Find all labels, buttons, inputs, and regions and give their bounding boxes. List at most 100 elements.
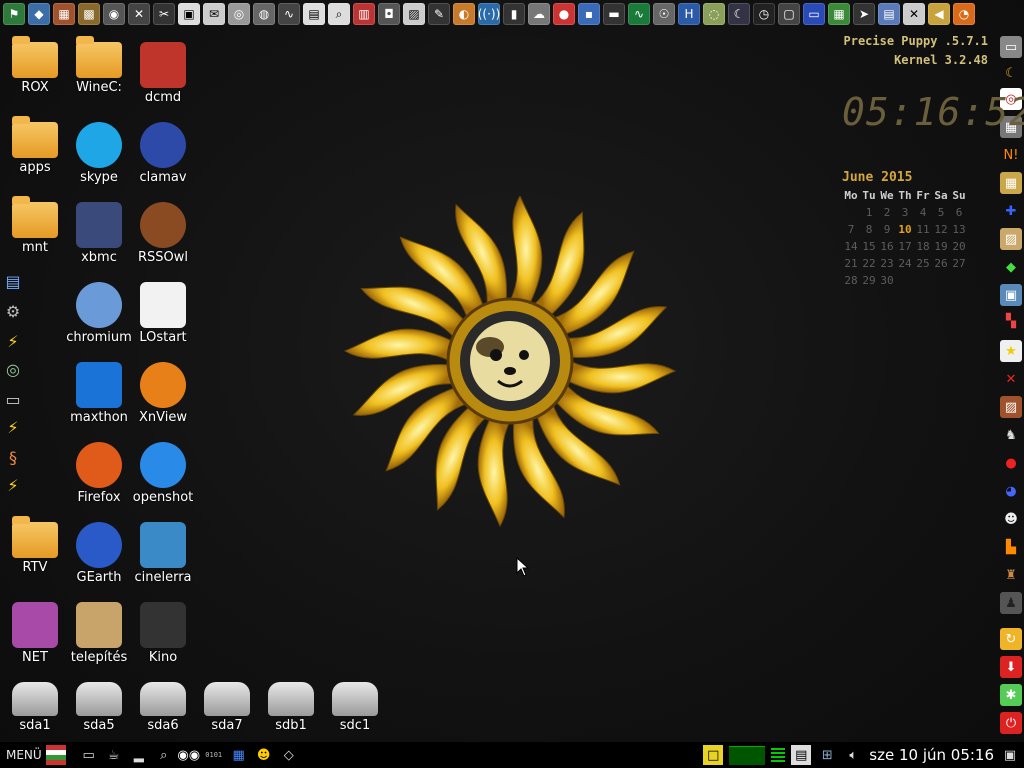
splash-icon[interactable]: ✱ [1000, 684, 1022, 706]
calendar-day[interactable]: 16 [878, 238, 896, 255]
calendar-day[interactable]: 25 [914, 255, 932, 272]
x-icon[interactable]: ✕ [1000, 368, 1022, 390]
hungarian-flag-icon[interactable] [45, 745, 66, 765]
star-icon[interactable]: ★ [1000, 340, 1022, 362]
stack-icon[interactable]: ▙ [1000, 536, 1022, 558]
camera-lens-icon[interactable]: ◉ [103, 3, 125, 25]
calculator-icon[interactable]: ▦ [229, 745, 249, 765]
calendar-day[interactable]: 1 [860, 204, 878, 221]
desktop-icon-mnt[interactable]: mnt [0, 196, 70, 270]
lightning-icon[interactable]: ⚡ [2, 474, 24, 496]
desktop-icon-sda7[interactable]: sda7 [192, 680, 262, 750]
chef-icon[interactable]: ☻ [1000, 508, 1022, 530]
desktop-icon-maxthon[interactable]: maxthon [64, 360, 134, 430]
desktop-icon-lostart[interactable]: LOstart [128, 280, 198, 350]
desktop-icon-apps[interactable]: apps [0, 116, 70, 190]
clipboard-icon[interactable]: ▤ [791, 745, 812, 765]
desktop-icon-dcmd[interactable]: dcmd [128, 40, 198, 110]
tools-icon[interactable]: ✕ [128, 3, 150, 25]
desktop-icon-rox[interactable]: ROX [0, 36, 70, 110]
desktop-icon-sda6[interactable]: sda6 [128, 680, 198, 750]
calendar-day[interactable]: 24 [896, 255, 914, 272]
calendar-day[interactable]: 21 [842, 255, 860, 272]
wave-icon[interactable]: ∿ [628, 3, 650, 25]
desktop-icon-cinelerra[interactable]: cinelerra [128, 520, 198, 590]
calendar-day[interactable]: 23 [878, 255, 896, 272]
desktop-icon-xbmc[interactable]: xbmc [64, 200, 134, 270]
show-desktop-icon[interactable]: ▣ [1000, 745, 1020, 765]
gear-icon[interactable]: ⚙ [2, 300, 24, 322]
media-icon[interactable]: ◎ [228, 3, 250, 25]
calendar-day[interactable]: 26 [932, 255, 950, 272]
calendar-day[interactable]: 3 [896, 204, 914, 221]
nexuiz-icon[interactable]: N! [1000, 144, 1022, 166]
download-icon[interactable]: ⬇ [1000, 656, 1022, 678]
search-icon[interactable]: ⌕ [154, 745, 174, 765]
power-icon[interactable]: ⏻ [1000, 712, 1022, 734]
game-icon[interactable]: ▦ [53, 3, 75, 25]
disk-icon[interactable]: ▂ [129, 745, 149, 765]
crate-icon[interactable]: ▨ [1000, 396, 1022, 418]
tetris-icon[interactable]: ▣ [1000, 284, 1022, 306]
chat-icon[interactable]: ☁ [528, 3, 550, 25]
calendar-day[interactable]: 11 [914, 221, 932, 238]
calendar-day[interactable]: 20 [950, 238, 968, 255]
desktop-icon-sda5[interactable]: sda5 [64, 680, 134, 750]
calendar-day[interactable]: 9 [878, 221, 896, 238]
moon-icon[interactable]: ☾ [728, 3, 750, 25]
h2-icon[interactable]: H [678, 3, 700, 25]
gem-icon[interactable]: ◆ [1000, 256, 1022, 278]
calendar-day[interactable]: 6 [950, 204, 968, 221]
audio-icon[interactable]: ▬ [603, 3, 625, 25]
binary-icon[interactable]: 0101 [204, 745, 224, 765]
calendar-day[interactable]: 7 [842, 221, 860, 238]
cd-icon[interactable]: ◎ [2, 358, 24, 380]
calendar-day[interactable]: 22 [860, 255, 878, 272]
calendar-day[interactable]: 2 [878, 204, 896, 221]
network-tray-icon[interactable]: ⊞ [817, 745, 837, 765]
desktop-icon-xnview[interactable]: XnView [128, 360, 198, 430]
linux-icon[interactable]: ◌ [703, 3, 725, 25]
desktop-icon-rtv[interactable]: RTV [0, 516, 70, 590]
printer-icon[interactable]: ▤ [2, 270, 24, 292]
terminal-icon[interactable]: ▪ [578, 3, 600, 25]
paint-icon[interactable]: ✎ [428, 3, 450, 25]
desktop-icon-firefox[interactable]: Firefox [64, 440, 134, 510]
spreadsheet-icon[interactable]: ▤ [878, 3, 900, 25]
figure-icon[interactable]: ♞ [1000, 424, 1022, 446]
disc-icon[interactable]: ◍ [253, 3, 275, 25]
board-game-icon[interactable]: ▦ [1000, 172, 1022, 194]
window-icon[interactable]: ▢ [778, 3, 800, 25]
puzzle-icon[interactable]: ✚ [1000, 200, 1022, 222]
grid-icon[interactable]: ▦ [828, 3, 850, 25]
document-icon[interactable]: ▤ [303, 3, 325, 25]
calendar-day[interactable]: 18 [914, 238, 932, 255]
desktop-icon-sda1[interactable]: sda1 [0, 680, 70, 750]
desktop-icon-chromium[interactable]: chromium [64, 280, 134, 350]
calendar-day[interactable]: 14 [842, 238, 860, 255]
rss-icon[interactable]: ◔ [953, 3, 975, 25]
edit-icon[interactable]: ✕ [903, 3, 925, 25]
tray-clock[interactable]: sze 10 jún 05:16 [869, 746, 994, 764]
pot-icon[interactable]: ☕ [104, 745, 124, 765]
chart-icon[interactable]: ∿ [278, 3, 300, 25]
volume-icon[interactable]: ◀ [928, 3, 950, 25]
network-icon[interactable]: ⚑ [3, 3, 25, 25]
desktop-icon-rssowl[interactable]: RSSOwl [128, 200, 198, 270]
eraser-icon[interactable]: ◇ [279, 745, 299, 765]
calendar-day[interactable]: 4 [914, 204, 932, 221]
eyes-icon[interactable]: ◉◉ [177, 745, 200, 765]
calendar-day[interactable]: 5 [932, 204, 950, 221]
clock-icon[interactable]: ◷ [753, 3, 775, 25]
blocks-icon[interactable]: ▚ [1000, 310, 1022, 332]
menu-button[interactable]: MENÜ [0, 748, 46, 762]
red-ball-icon[interactable]: ● [1000, 452, 1022, 474]
calendar-day[interactable]: 27 [950, 255, 968, 272]
bird-icon[interactable]: ● [553, 3, 575, 25]
tux-icon[interactable]: ♟ [1000, 592, 1022, 614]
drive-small-icon[interactable]: ▭ [2, 388, 24, 410]
picture-icon[interactable]: ▨ [403, 3, 425, 25]
calendar-day[interactable]: 19 [932, 238, 950, 255]
window-icon[interactable]: ▭ [1000, 36, 1022, 58]
lightning-icon[interactable]: ⚡ [2, 330, 24, 352]
